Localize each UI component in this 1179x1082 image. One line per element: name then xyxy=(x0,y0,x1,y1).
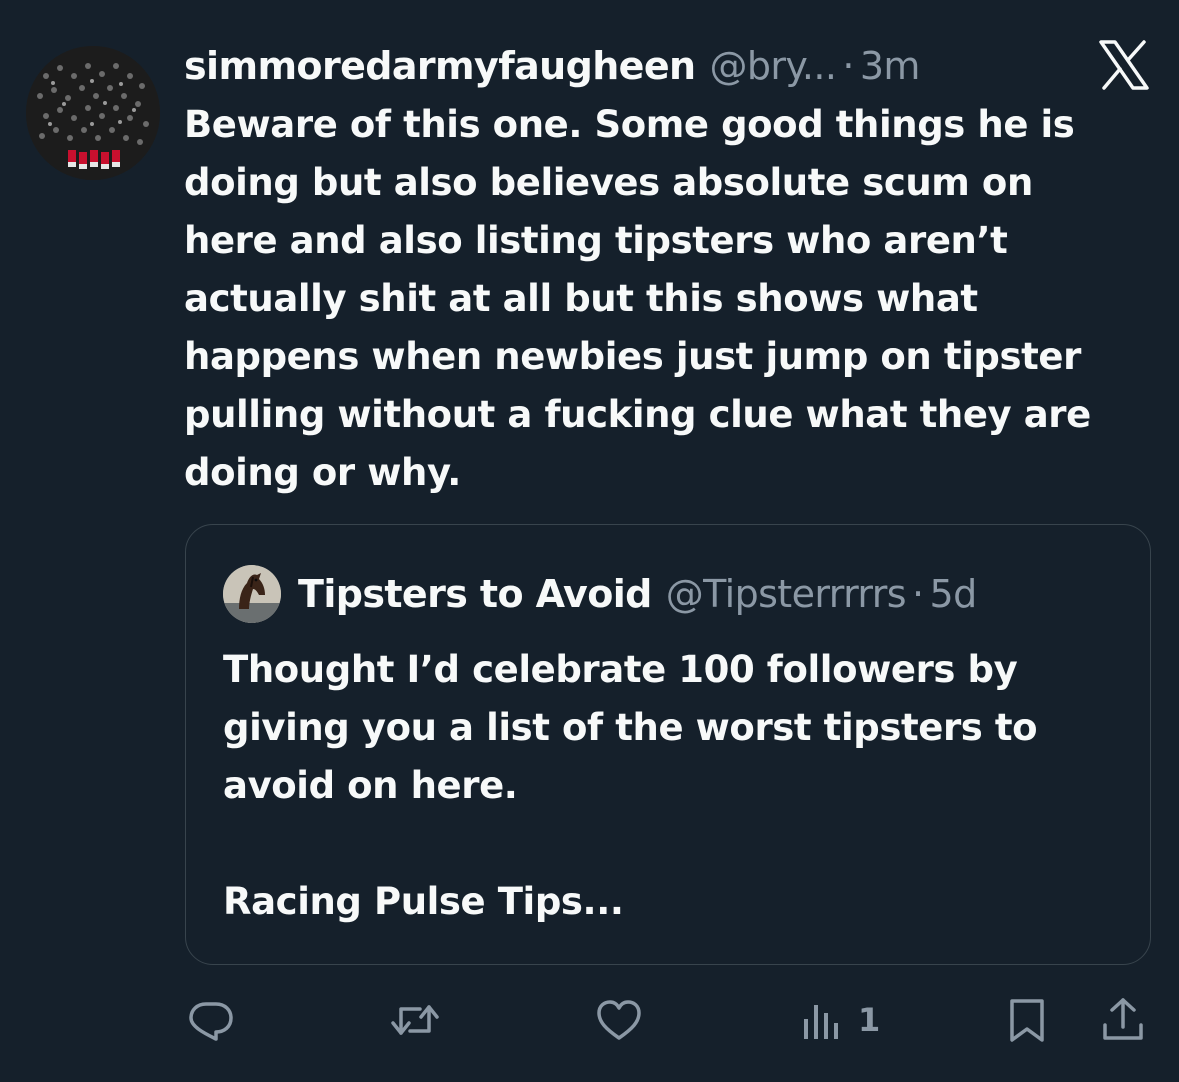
quoted-tweet-header: Tipsters to Avoid @Tipsterrrrrs · 5d xyxy=(298,565,977,623)
views-button[interactable]: 1 xyxy=(800,990,880,1050)
retweet-button[interactable] xyxy=(388,990,442,1050)
quoted-tweet-text: Thought I’d celebrate 100 followers by g… xyxy=(223,648,1038,923)
tweet: simmoredarmyfaugheen @bry... · 3m Beware… xyxy=(0,0,1179,1082)
author-handle[interactable]: @bry... xyxy=(709,44,836,88)
reply-button[interactable] xyxy=(186,990,236,1050)
tweet-timestamp[interactable]: 3m xyxy=(860,44,921,88)
like-button[interactable] xyxy=(594,990,644,1050)
bookmark-button[interactable] xyxy=(1004,990,1050,1050)
quoted-author-display-name[interactable]: Tipsters to Avoid xyxy=(298,572,652,616)
tweet-header: simmoredarmyfaugheen @bry... · 3m xyxy=(184,38,920,94)
share-icon xyxy=(1098,995,1148,1045)
views-icon xyxy=(800,995,844,1045)
tweet-text: Beware of this one. Some good things he … xyxy=(184,103,1091,494)
x-logo-icon xyxy=(1098,40,1150,90)
quoted-author-handle[interactable]: @Tipsterrrrrs xyxy=(666,572,907,616)
quoted-author-avatar[interactable] xyxy=(223,565,281,623)
views-count: 1 xyxy=(858,1001,881,1039)
retweet-icon xyxy=(388,995,442,1045)
author-avatar[interactable] xyxy=(26,46,160,180)
author-display-name[interactable]: simmoredarmyfaugheen xyxy=(184,44,696,88)
separator-dot: · xyxy=(912,572,924,616)
like-icon xyxy=(594,995,644,1045)
tweet-action-bar: 1 xyxy=(0,990,1179,1050)
quoted-tweet[interactable]: Tipsters to Avoid @Tipsterrrrrs · 5d Tho… xyxy=(185,524,1151,965)
bookmark-icon xyxy=(1004,995,1050,1045)
quoted-tweet-timestamp[interactable]: 5d xyxy=(930,572,978,616)
share-button[interactable] xyxy=(1098,990,1148,1050)
separator-dot: · xyxy=(842,44,854,88)
reply-icon xyxy=(186,995,236,1045)
